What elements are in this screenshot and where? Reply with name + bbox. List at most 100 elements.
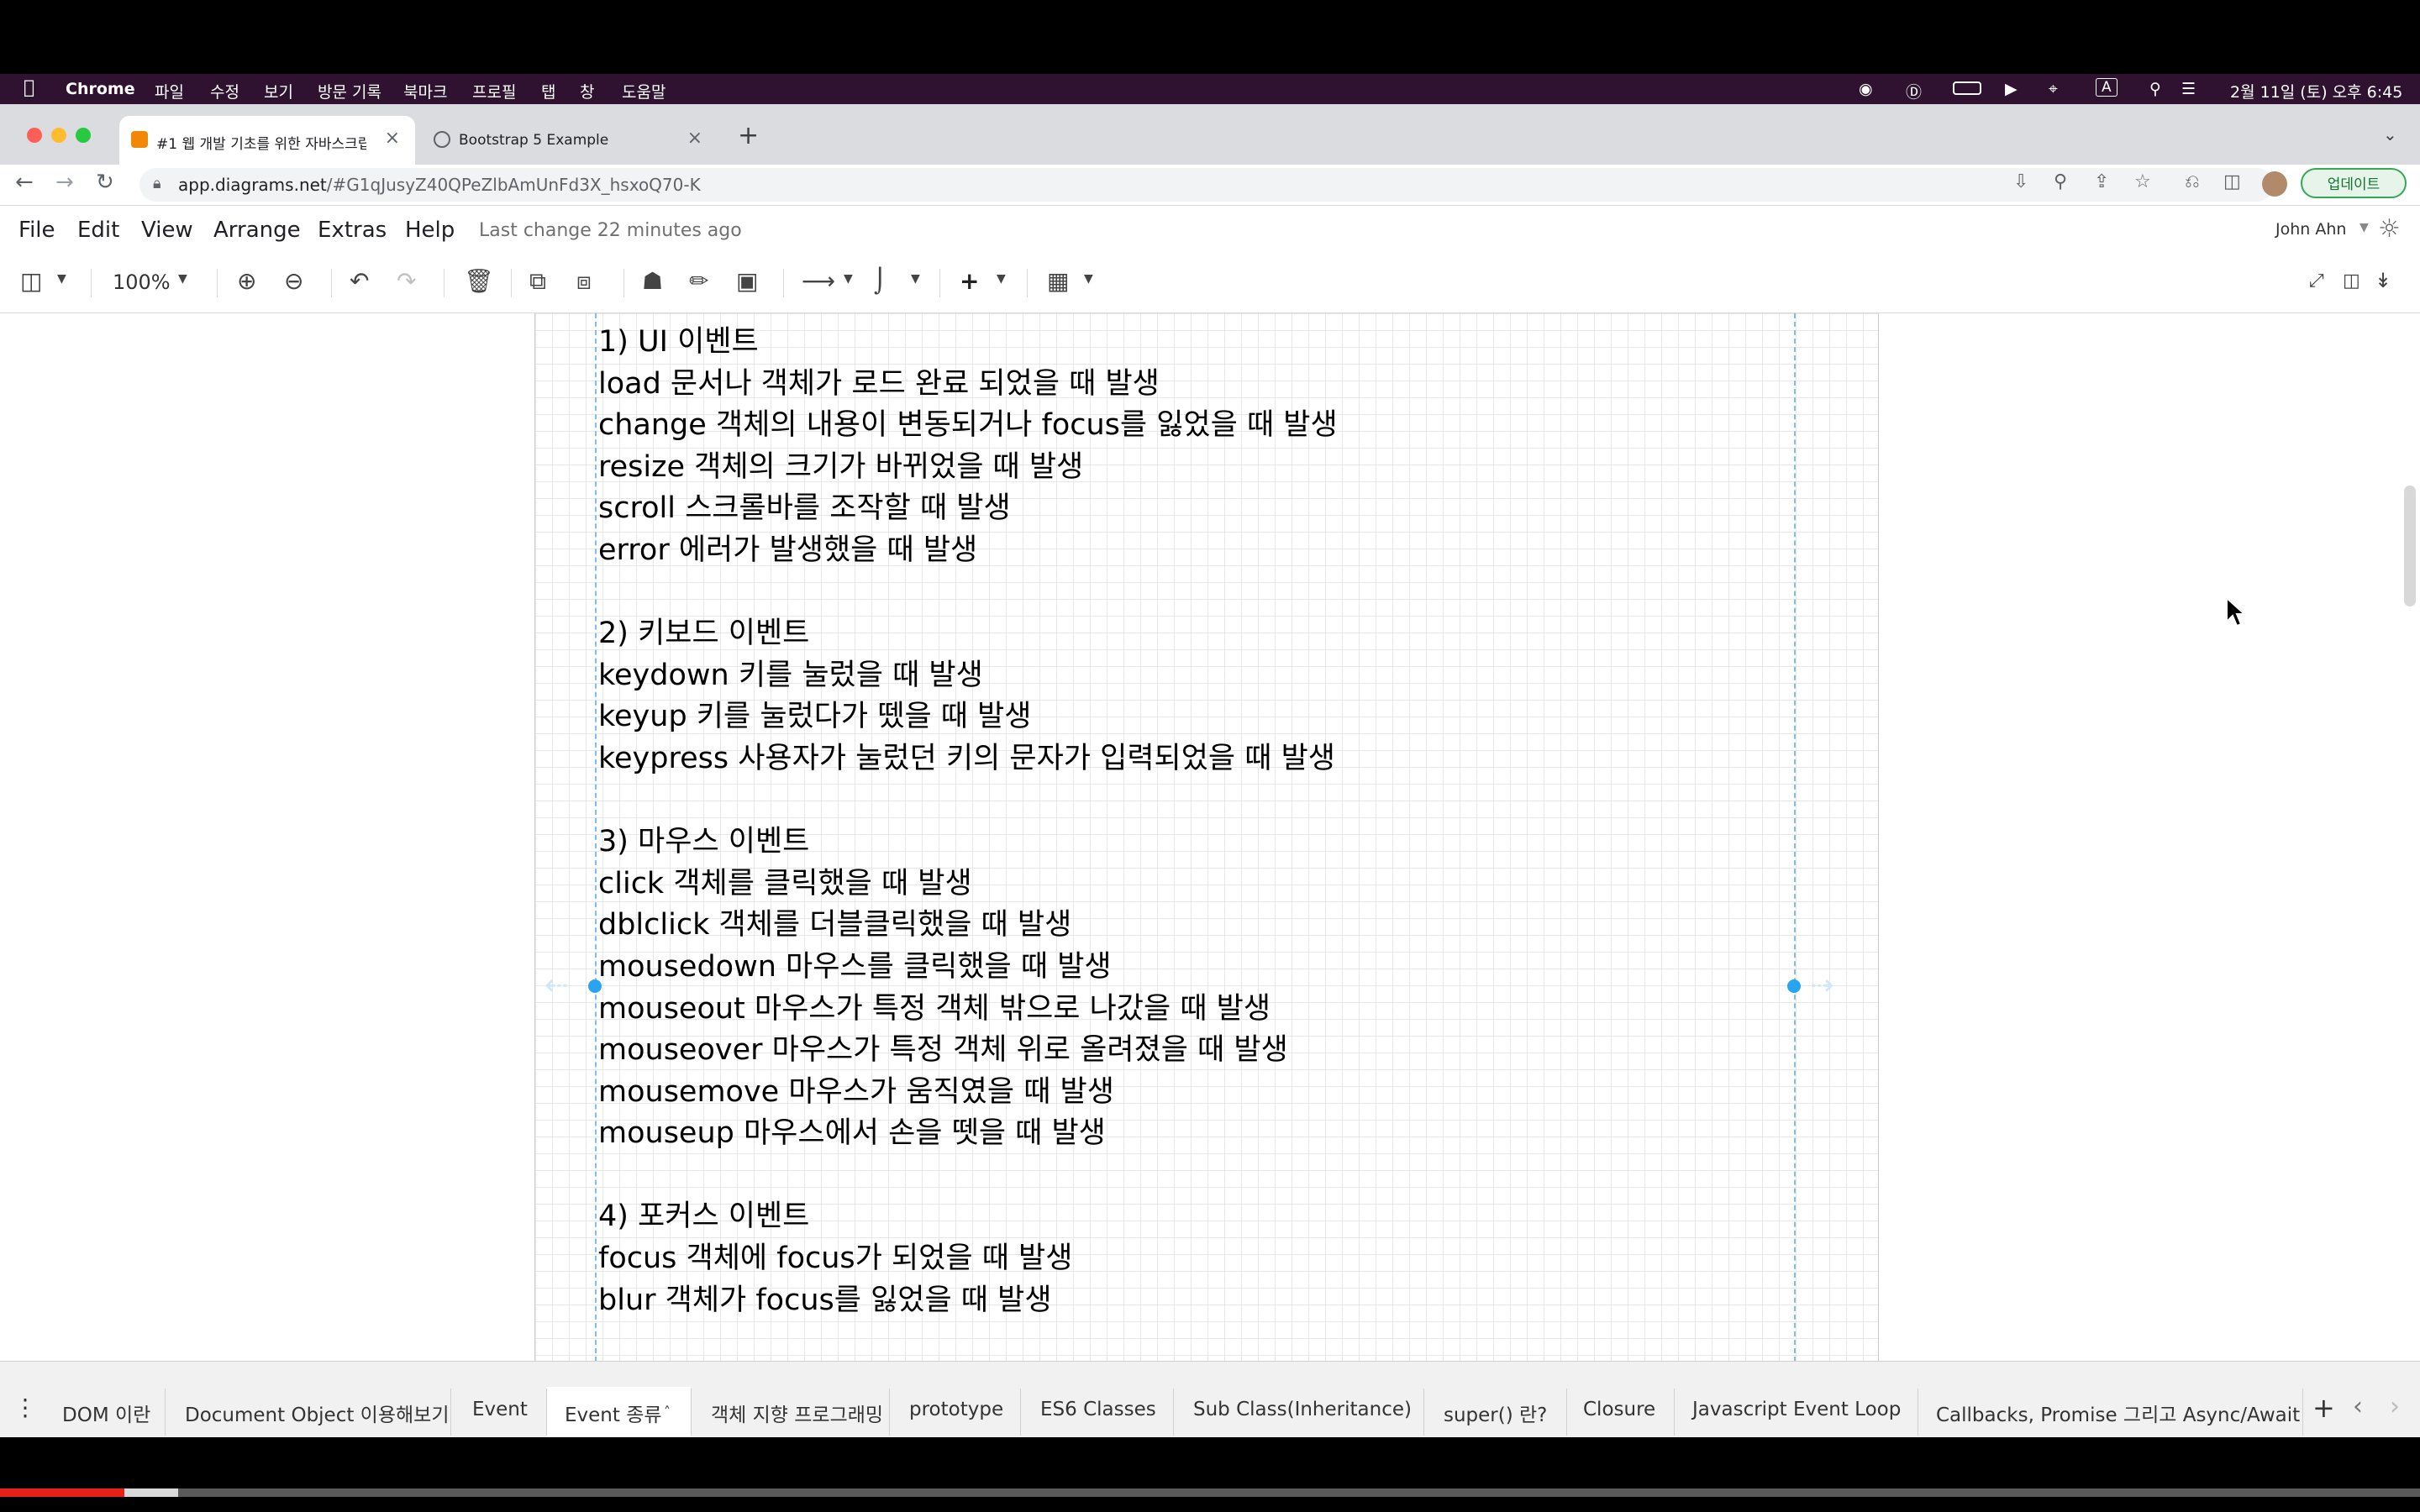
- new-tab-icon[interactable]: +: [738, 121, 759, 150]
- line-color-icon[interactable]: ✏: [689, 267, 708, 295]
- video-progress-track[interactable]: [0, 1488, 2420, 1497]
- menubar-profile[interactable]: 프로필: [472, 80, 516, 102]
- page-tab[interactable]: DOM 이란: [62, 1399, 150, 1427]
- zoom-dropdown-icon[interactable]: ▼: [178, 272, 187, 286]
- menu-extras[interactable]: Extras: [318, 218, 387, 243]
- control-center-icon[interactable]: ☰: [2181, 80, 2196, 98]
- fullscreen-icon[interactable]: ⤢: [2309, 270, 2324, 291]
- page-tab[interactable]: Event: [472, 1399, 528, 1420]
- zoom-in-icon[interactable]: ⊕: [237, 267, 256, 295]
- page-tab[interactable]: Document Object 이용해보기: [185, 1399, 450, 1427]
- zoom-icon[interactable]: ⚲: [2054, 171, 2067, 192]
- browser-tab[interactable]: Bootstrap 5 Example ×: [422, 116, 718, 165]
- bookmark-star-icon[interactable]: ☆: [2134, 171, 2151, 192]
- shadow-icon[interactable]: ▣: [736, 267, 758, 295]
- tab-close-icon[interactable]: ×: [687, 128, 702, 149]
- profile-avatar[interactable]: [2262, 171, 2287, 197]
- last-change-status[interactable]: Last change 22 minutes ago: [479, 220, 742, 241]
- diagram-canvas[interactable]: 1) UI 이벤트 load 문서나 객체가 로드 완료 되었을 때 발생 chan…: [0, 313, 2420, 1362]
- menubar-window[interactable]: 창: [580, 80, 594, 102]
- menubar-bookmarks[interactable]: 북마크: [403, 80, 447, 102]
- format-panel-icon[interactable]: ◫: [20, 267, 42, 295]
- window-close-icon[interactable]: [27, 128, 42, 143]
- menubar-clock[interactable]: 2월 11일 (토) 오후 6:45: [2230, 80, 2402, 102]
- page-tab[interactable]: Sub Class(Inheritance): [1193, 1399, 1412, 1420]
- tab-search-chevron-icon[interactable]: ⌄: [2383, 124, 2397, 144]
- vertical-scrollbar[interactable]: [2404, 486, 2416, 606]
- extensions-icon[interactable]: ⎌: [2185, 171, 2200, 192]
- lock-icon[interactable]: 🔒︎: [153, 175, 161, 192]
- page-tab[interactable]: Javascript Event Loop: [1692, 1399, 1901, 1420]
- waypoints-icon[interactable]: ⌡: [874, 267, 886, 295]
- pages-menu-icon[interactable]: ⋮: [13, 1394, 37, 1421]
- menubar-app-chrome[interactable]: Chrome: [66, 80, 135, 98]
- input-source-icon[interactable]: A: [2096, 78, 2118, 97]
- battery-icon[interactable]: [1953, 81, 1981, 95]
- url-text[interactable]: app.diagrams.net/#G1qJusyZ40QPeZlbAmUnFd…: [178, 175, 701, 195]
- page-tab[interactable]: 객체 지향 프로그래밍: [711, 1399, 883, 1427]
- page-tab[interactable]: prototype: [909, 1399, 1003, 1420]
- back-icon[interactable]: ←: [15, 170, 34, 195]
- resize-handle-left[interactable]: [588, 979, 602, 993]
- add-page-icon[interactable]: +: [2312, 1392, 2335, 1424]
- scroll-tabs-left-icon[interactable]: ‹: [2353, 1392, 2363, 1421]
- menu-file[interactable]: File: [18, 218, 55, 243]
- waypoints-dropdown-icon[interactable]: ▼: [911, 272, 920, 286]
- zoom-out-icon[interactable]: ⊖: [284, 267, 303, 295]
- page-tab[interactable]: ES6 Classes: [1040, 1399, 1156, 1420]
- page-tab[interactable]: super() 란?: [1444, 1399, 1547, 1427]
- undo-icon[interactable]: ↶: [350, 267, 369, 295]
- hover-arrow-right-icon[interactable]: ⇢: [1810, 969, 1834, 1002]
- menubar-history[interactable]: 방문 기록: [318, 80, 381, 102]
- side-panel-icon[interactable]: ◫: [2223, 171, 2241, 192]
- menu-view[interactable]: View: [141, 218, 193, 243]
- share-icon[interactable]: ⇪: [2094, 171, 2109, 192]
- menu-edit[interactable]: Edit: [77, 218, 119, 243]
- delete-icon[interactable]: 🗑︎: [464, 267, 494, 295]
- table-icon[interactable]: ▦: [1047, 267, 1069, 295]
- redo-icon[interactable]: ↷: [397, 267, 416, 295]
- user-name[interactable]: John Ahn: [2275, 220, 2346, 239]
- hover-arrow-left-icon[interactable]: ⇠: [544, 969, 569, 1002]
- collapse-icon[interactable]: ↡: [2375, 269, 2391, 292]
- menubar-file[interactable]: 파일: [155, 80, 184, 102]
- wifi-icon[interactable]: ⌖: [2049, 80, 2058, 98]
- menubar-view[interactable]: 보기: [264, 80, 293, 102]
- to-back-icon[interactable]: ⧈: [576, 267, 592, 296]
- reload-icon[interactable]: ↻: [96, 170, 114, 195]
- connection-dropdown-icon[interactable]: ▼: [844, 272, 853, 286]
- grammarly-icon[interactable]: Ⓓ: [1906, 80, 1922, 102]
- play-icon[interactable]: ▶: [2005, 80, 2018, 98]
- menubar-tab[interactable]: 탭: [541, 80, 555, 102]
- browser-tab-active[interactable]: #1 웹 개발 기초를 위한 자바스크립트 ×: [119, 116, 415, 165]
- window-minimize-icon[interactable]: [51, 128, 66, 143]
- menu-arrange[interactable]: Arrange: [213, 218, 301, 243]
- install-app-icon[interactable]: ⇩: [2013, 171, 2028, 192]
- menu-help[interactable]: Help: [405, 218, 455, 243]
- resize-handle-right[interactable]: [1787, 979, 1801, 993]
- to-front-icon[interactable]: ⧉: [529, 267, 546, 296]
- apple-logo-icon[interactable]: : [24, 77, 34, 98]
- chevron-up-icon[interactable]: ˄: [664, 1404, 671, 1420]
- theme-sun-icon[interactable]: ☼: [2378, 214, 2401, 244]
- page-tab-active[interactable]: Event 종류: [565, 1399, 662, 1427]
- scroll-tabs-right-icon[interactable]: ›: [2390, 1392, 2400, 1421]
- text-shape[interactable]: 1) UI 이벤트 load 문서나 객체가 로드 완료 되었을 때 발생 chan…: [598, 322, 1338, 1321]
- zoom-level[interactable]: 100%: [113, 270, 171, 294]
- address-bar[interactable]: 🔒︎ app.diagrams.net/#G1qJusyZ40QPeZlbAmU…: [139, 168, 2274, 202]
- fill-color-icon[interactable]: ☗: [642, 267, 663, 295]
- menubar-edit[interactable]: 수정: [210, 80, 239, 102]
- window-zoom-icon[interactable]: [76, 128, 91, 143]
- insert-dropdown-icon[interactable]: ▼: [997, 272, 1006, 286]
- table-dropdown-icon[interactable]: ▼: [1084, 272, 1093, 286]
- page-tab[interactable]: Closure: [1583, 1399, 1655, 1420]
- format-toggle-icon[interactable]: ◫: [2343, 270, 2360, 291]
- record-icon[interactable]: ◉: [1859, 80, 1873, 98]
- update-button[interactable]: 업데이트: [2301, 168, 2407, 198]
- chevron-down-icon[interactable]: ▼: [57, 272, 66, 286]
- spotlight-search-icon[interactable]: ⚲: [2149, 80, 2161, 98]
- user-dropdown-icon[interactable]: ▼: [2360, 221, 2369, 234]
- menubar-help[interactable]: 도움말: [622, 80, 666, 102]
- page-tab[interactable]: Callbacks, Promise 그리고 Async/Await: [1936, 1399, 2300, 1427]
- connection-icon[interactable]: ⟶: [802, 267, 835, 295]
